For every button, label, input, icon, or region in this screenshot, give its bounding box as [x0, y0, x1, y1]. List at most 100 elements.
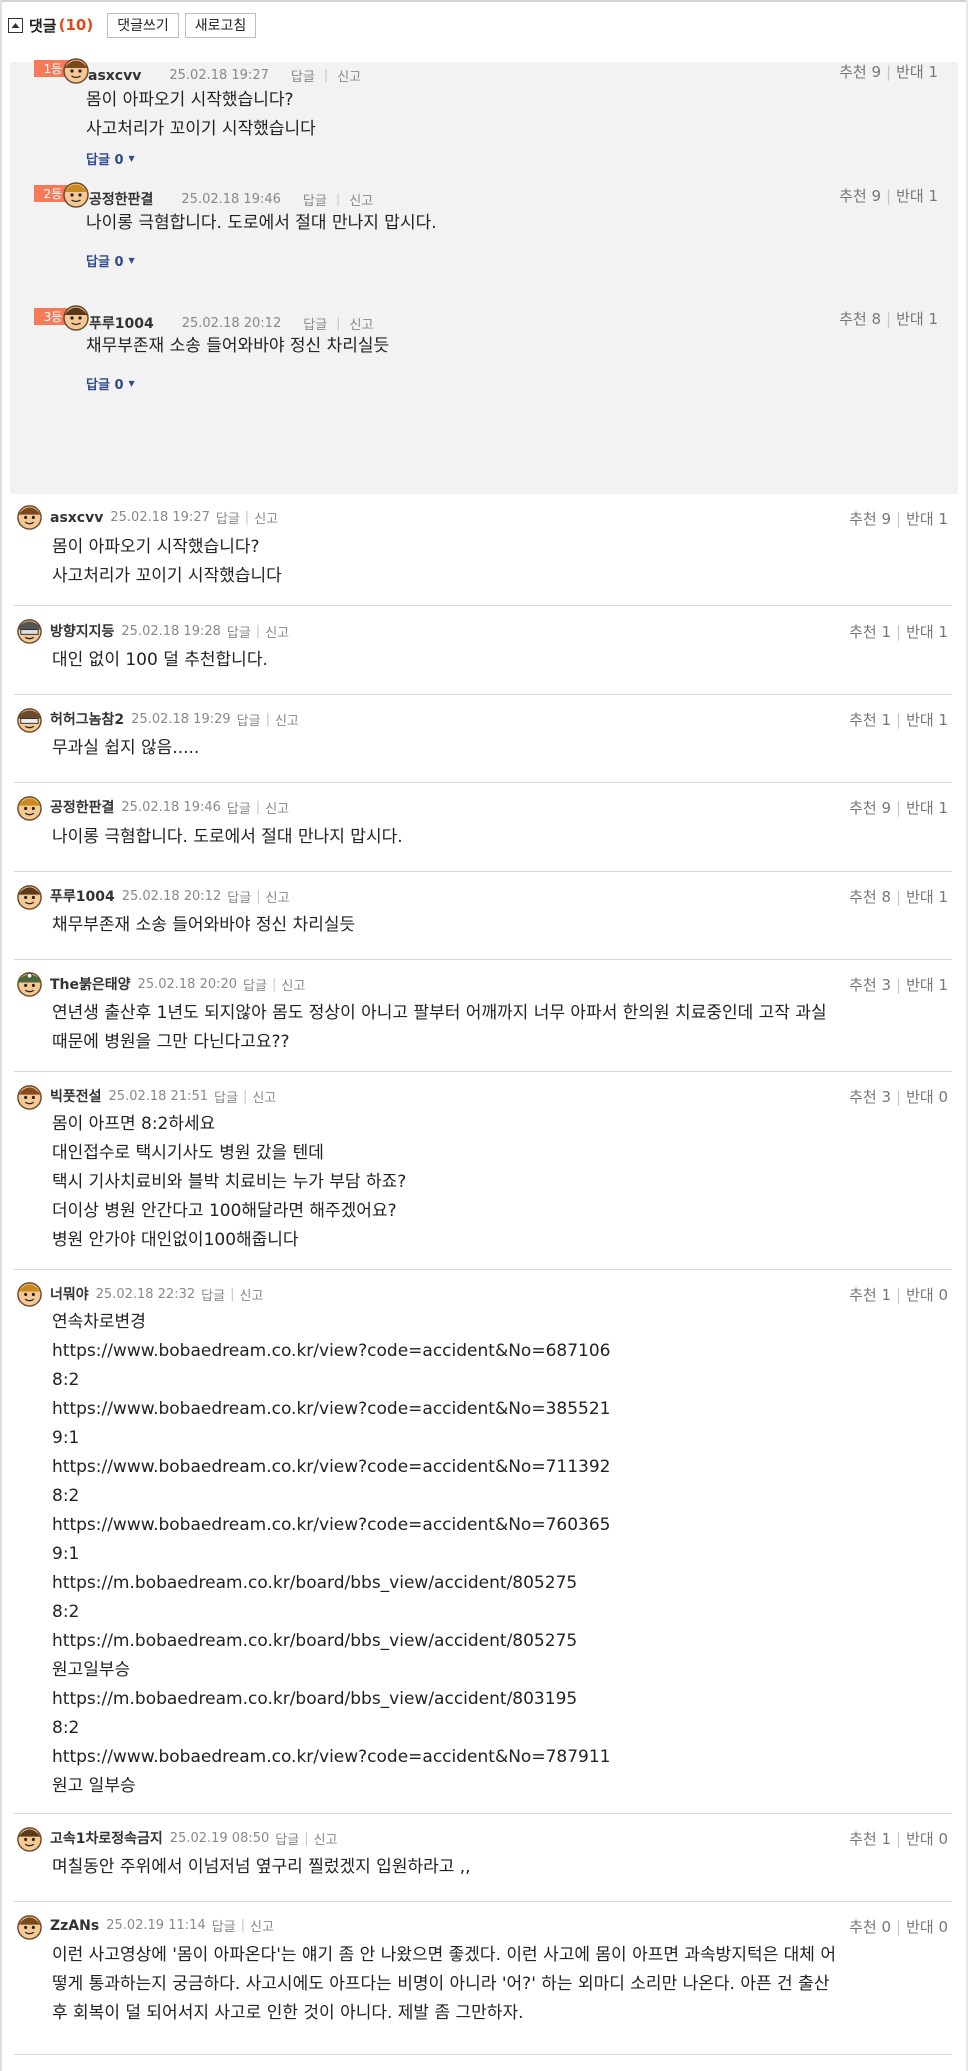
report-action[interactable]: 신고 — [337, 66, 361, 85]
recommend-label[interactable]: 추천 — [839, 187, 867, 205]
oppose-label[interactable]: 반대 — [906, 1088, 934, 1106]
write-comment-button[interactable]: 댓글쓰기 — [107, 12, 179, 38]
report-action[interactable]: 신고 — [275, 710, 299, 729]
oppose-count: 1 — [938, 623, 948, 641]
report-action[interactable]: 신고 — [252, 1087, 276, 1106]
recommend-count: 1 — [881, 1286, 891, 1304]
author-nick[interactable]: 공정한판결 — [89, 189, 153, 209]
reply-count-link[interactable]: 답글 0 ▼ — [86, 374, 135, 393]
oppose-label[interactable]: 반대 — [906, 1286, 934, 1304]
oppose-label[interactable]: 반대 — [906, 799, 934, 817]
recommend-label[interactable]: 추천 — [839, 310, 867, 328]
separator: | — [304, 1830, 309, 1846]
recommend-label[interactable]: 추천 — [849, 510, 877, 528]
comment-text: 채무부존재 소송 들어와바야 정신 차리실듯 — [52, 915, 356, 935]
best-comment: 3등 푸루1004 25.02.18 20:12 답글 | 신고 추천 8 | 반대… — [10, 305, 958, 464]
report-action[interactable]: 신고 — [350, 314, 374, 333]
oppose-label[interactable]: 반대 — [906, 1830, 934, 1848]
report-action[interactable]: 신고 — [314, 1829, 338, 1848]
reply-action[interactable]: 답글 — [303, 190, 327, 209]
vote-counts: 추천 9 | 반대 1 — [839, 63, 938, 81]
recommend-label[interactable]: 추천 — [849, 1088, 877, 1106]
avatar-icon — [63, 305, 89, 331]
author-nick[interactable]: 푸루1004 — [50, 886, 115, 906]
recommend-label[interactable]: 추천 — [849, 888, 877, 906]
author-nick[interactable]: 공정한판결 — [50, 797, 114, 817]
vote-counts: 추천 8 | 반대 1 — [849, 888, 948, 906]
recommend-label[interactable]: 추천 — [849, 976, 877, 994]
comment-text: 연년생 출산후 1년도 되지않아 몸도 정상이 아니고 팔부터 어깨까지 너무 … — [52, 1003, 827, 1052]
reply-action[interactable]: 답글 — [201, 1285, 225, 1304]
comment-meta: 너뭐야 25.02.18 22:32 답글 | 신고 — [50, 1284, 263, 1304]
separator: | — [336, 315, 341, 331]
collapse-icon[interactable] — [8, 17, 23, 33]
report-action[interactable]: 신고 — [250, 1916, 274, 1935]
author-nick[interactable]: asxcvv — [50, 510, 103, 526]
comment-row: 고속1차로정속금지 25.02.19 08:50 답글 | 신고 추천 1 | 반대… — [14, 1814, 952, 1902]
comment-date: 25.02.18 21:51 — [108, 1088, 209, 1104]
recommend-label[interactable]: 추천 — [849, 1286, 877, 1304]
report-action[interactable]: 신고 — [265, 798, 289, 817]
recommend-count: 9 — [881, 799, 891, 817]
separator: | — [335, 191, 341, 207]
oppose-label[interactable]: 반대 — [896, 310, 924, 328]
reply-action[interactable]: 답글 — [227, 887, 251, 906]
report-action[interactable]: 신고 — [254, 508, 278, 527]
reply-action[interactable]: 답글 — [303, 314, 327, 333]
best-comments: 1등 asxcvv 25.02.18 19:27 답글 | 신고 추천 9 | 반대… — [10, 58, 958, 494]
author-nick[interactable]: asxcvv — [88, 68, 141, 84]
vote-counts: 추천 1 | 반대 0 — [849, 1286, 948, 1304]
reply-count-link[interactable]: 답글 0 ▼ — [86, 149, 135, 168]
report-action[interactable]: 신고 — [265, 622, 289, 641]
author-nick[interactable]: The붉은태양 — [50, 974, 131, 994]
author-nick[interactable]: 너뭐야 — [50, 1284, 89, 1304]
avatar-icon — [17, 1282, 42, 1307]
report-action[interactable]: 신고 — [239, 1285, 263, 1304]
report-action[interactable]: 신고 — [281, 975, 305, 994]
author-nick[interactable]: 빅풋전설 — [50, 1086, 102, 1106]
oppose-label[interactable]: 반대 — [906, 623, 934, 641]
vote-counts: 추천 1 | 반대 1 — [849, 623, 948, 641]
comment-row: 너뭐야 25.02.18 22:32 답글 | 신고 추천 1 | 반대 0 연속차… — [14, 1270, 952, 1814]
oppose-label[interactable]: 반대 — [906, 1918, 934, 1936]
comment-date: 25.02.18 20:12 — [121, 888, 222, 904]
recommend-label[interactable]: 추천 — [849, 1830, 877, 1848]
report-action[interactable]: 신고 — [349, 190, 373, 209]
author-nick[interactable]: 고속1차로정속금지 — [50, 1828, 163, 1848]
reply-action[interactable]: 답글 — [291, 66, 315, 85]
comment-text: 며칠동안 주위에서 이넘저넘 옆구리 찔렀겠지 입원하라고 ,, — [52, 1857, 471, 1877]
reply-action[interactable]: 답글 — [214, 1087, 238, 1106]
reply-action[interactable]: 답글 — [212, 1916, 236, 1935]
reply-action[interactable]: 답글 — [227, 798, 251, 817]
reply-count-link[interactable]: 답글 0 ▼ — [86, 251, 135, 270]
oppose-label[interactable]: 반대 — [896, 63, 924, 81]
oppose-label[interactable]: 반대 — [906, 510, 934, 528]
oppose-label[interactable]: 반대 — [906, 711, 934, 729]
comment-text: 연속차로변경 https://www.bobaedream.co.kr/view… — [52, 1312, 611, 1796]
report-action[interactable]: 신고 — [266, 887, 290, 906]
reply-action[interactable]: 답글 — [243, 975, 267, 994]
recommend-label[interactable]: 추천 — [849, 711, 877, 729]
author-nick[interactable]: 방향지지등 — [50, 621, 114, 641]
avatar-icon — [17, 885, 42, 910]
refresh-button[interactable]: 새로고침 — [184, 12, 257, 38]
author-nick[interactable]: ZzANs — [50, 1918, 99, 1934]
author-nick[interactable]: 푸루1004 — [89, 313, 154, 333]
oppose-label[interactable]: 반대 — [906, 976, 934, 994]
oppose-count: 0 — [938, 1088, 948, 1106]
oppose-label[interactable]: 반대 — [906, 888, 934, 906]
recommend-label[interactable]: 추천 — [849, 623, 877, 641]
oppose-label[interactable]: 반대 — [896, 187, 924, 205]
author-nick[interactable]: 허허그놈참2 — [50, 709, 124, 729]
reply-action[interactable]: 답글 — [275, 1829, 299, 1848]
reply-action[interactable]: 답글 — [227, 622, 251, 641]
reply-action[interactable]: 답글 — [216, 508, 240, 527]
recommend-label[interactable]: 추천 — [849, 799, 877, 817]
reply-action[interactable]: 답글 — [237, 710, 261, 729]
comment-meta: ZzANs 25.02.19 11:14 답글 | 신고 — [50, 1916, 274, 1936]
recommend-label[interactable]: 추천 — [849, 1918, 877, 1936]
comment-meta: 공정한판결 25.02.18 19:46 답글 | 신고 — [50, 797, 289, 817]
comment-text: 이런 사고영상에 '몸이 아파온다'는 얘기 좀 안 나왔으면 좋겠다. 이런 … — [52, 1945, 836, 2023]
recommend-label[interactable]: 추천 — [839, 63, 867, 81]
comment-header: 댓글 (10) 댓글쓰기 새로고침 — [8, 12, 257, 38]
